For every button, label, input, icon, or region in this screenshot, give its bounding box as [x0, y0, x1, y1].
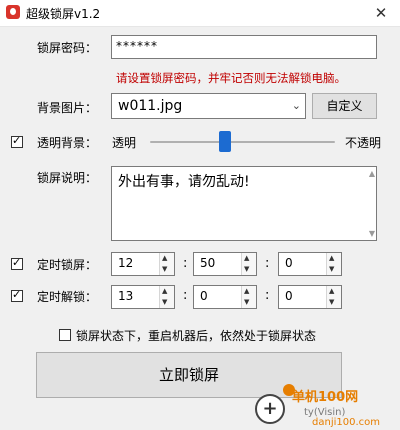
timed-lock-hour-spinner[interactable]: 12 ▲ ▼: [111, 252, 175, 276]
spin-up-icon[interactable]: ▲: [244, 254, 249, 262]
spin-up-icon[interactable]: ▲: [162, 254, 167, 262]
transparency-checkbox[interactable]: [11, 134, 23, 148]
title-bar: 超级锁屏v1.2 ✕: [0, 0, 400, 27]
timed-lock-hour-value: 12: [118, 256, 134, 270]
spin-down-icon[interactable]: ▼: [244, 298, 249, 306]
password-hint: 请设置锁屏密码，并牢记否则无法解锁电脑。: [116, 71, 346, 85]
persist-lock-label: 锁屏状态下，重启机器后，依然处于锁屏状态: [76, 329, 317, 343]
timed-lock-second-value: 0: [285, 256, 293, 270]
spin-down-icon[interactable]: ▼: [162, 265, 167, 273]
custom-background-button[interactable]: 自定义: [312, 93, 377, 119]
description-text: 外出有事，请勿乱动!: [118, 174, 250, 190]
background-selected-value: w011.jpg: [118, 98, 183, 114]
time-separator: :: [183, 288, 188, 303]
timed-unlock-hour-value: 13: [118, 289, 134, 303]
spinner-buttons[interactable]: ▲ ▼: [326, 253, 341, 275]
window-title: 超级锁屏v1.2: [26, 7, 101, 21]
persist-lock-checkbox[interactable]: [59, 329, 71, 341]
watermark-brand: 单机100网: [292, 390, 359, 405]
watermark: + 单机100网 ty(Visin) danji100.com: [252, 384, 400, 430]
timed-unlock-second-value: 0: [285, 289, 293, 303]
password-input[interactable]: ******: [111, 35, 377, 59]
timed-unlock-second-spinner[interactable]: 0 ▲ ▼: [278, 285, 342, 309]
spinner-buttons[interactable]: ▲ ▼: [326, 286, 341, 308]
spin-up-icon[interactable]: ▲: [329, 287, 334, 295]
timed-lock-minute-spinner[interactable]: 50 ▲ ▼: [193, 252, 257, 276]
transparency-slider-track[interactable]: [150, 141, 335, 143]
scroll-down-icon[interactable]: ▼: [369, 229, 375, 238]
watermark-site: danji100.com: [312, 417, 380, 428]
plus-circle-icon: +: [255, 394, 285, 424]
spin-up-icon[interactable]: ▲: [244, 287, 249, 295]
spin-down-icon[interactable]: ▼: [244, 265, 249, 273]
time-separator: :: [265, 256, 270, 271]
timed-unlock-label: 定时解锁：: [37, 290, 98, 304]
spinner-buttons[interactable]: ▲ ▼: [159, 253, 174, 275]
description-label: 锁屏说明：: [37, 171, 98, 185]
chevron-down-icon: ⌄: [291, 99, 301, 112]
spin-up-icon[interactable]: ▲: [162, 287, 167, 295]
description-textarea[interactable]: 外出有事，请勿乱动! ▲ ▼: [111, 166, 377, 241]
opaque-end-label: 不透明: [345, 136, 382, 150]
scroll-up-icon[interactable]: ▲: [369, 169, 375, 178]
transparent-end-label: 透明: [112, 136, 137, 150]
timed-unlock-minute-value: 0: [200, 289, 208, 303]
time-separator: :: [183, 256, 188, 271]
timed-unlock-minute-spinner[interactable]: 0 ▲ ▼: [193, 285, 257, 309]
timed-unlock-checkbox[interactable]: [11, 288, 23, 302]
timed-lock-minute-value: 50: [200, 256, 216, 270]
lock-app-icon: [6, 5, 20, 19]
timed-lock-label: 定时锁屏：: [37, 258, 98, 272]
password-label: 锁屏密码：: [37, 41, 98, 55]
background-select[interactable]: w011.jpg ⌄: [111, 93, 306, 119]
transparency-label: 透明背景：: [37, 136, 98, 150]
spin-up-icon[interactable]: ▲: [329, 254, 334, 262]
background-label: 背景图片：: [37, 101, 98, 115]
spin-down-icon[interactable]: ▼: [162, 298, 167, 306]
transparency-slider-thumb[interactable]: [219, 131, 231, 152]
timed-lock-second-spinner[interactable]: 0 ▲ ▼: [278, 252, 342, 276]
spin-down-icon[interactable]: ▼: [329, 265, 334, 273]
spin-down-icon[interactable]: ▼: [329, 298, 334, 306]
spinner-buttons[interactable]: ▲ ▼: [241, 286, 256, 308]
spinner-buttons[interactable]: ▲ ▼: [241, 253, 256, 275]
timed-unlock-hour-spinner[interactable]: 13 ▲ ▼: [111, 285, 175, 309]
spinner-buttons[interactable]: ▲ ▼: [159, 286, 174, 308]
time-separator: :: [265, 288, 270, 303]
close-button[interactable]: ✕: [368, 2, 394, 24]
timed-lock-checkbox[interactable]: [11, 256, 23, 270]
